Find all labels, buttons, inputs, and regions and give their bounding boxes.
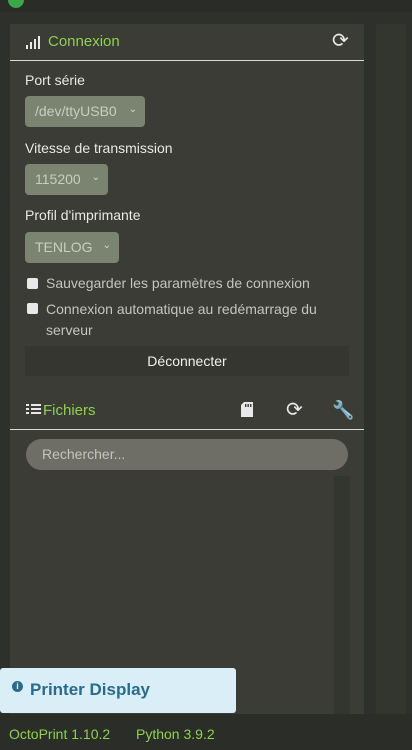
refresh-icon[interactable]: ⟳ xyxy=(332,31,349,51)
auto-connect-label-line2: serveur xyxy=(46,322,93,338)
baudrate-select[interactable]: 115200 ⌄ xyxy=(25,164,108,195)
main-content-edge xyxy=(376,24,406,714)
sidebar-panel: Connexion ⟳ Port série /dev/ttyUSB0 ⌄ Vi… xyxy=(10,24,364,716)
octoprint-logo[interactable] xyxy=(8,0,24,8)
files-title: Fichiers xyxy=(43,402,96,419)
list-icon xyxy=(26,404,41,414)
sd-card-icon[interactable] xyxy=(241,402,253,417)
wrench-icon[interactable]: 🔧 xyxy=(332,400,354,420)
octoprint-version-link[interactable]: OctoPrint 1.10.2 xyxy=(9,726,110,742)
footer: OctoPrint 1.10.2 Python 3.9.2 xyxy=(0,714,412,750)
search-input[interactable] xyxy=(40,445,334,463)
serial-port-select[interactable]: /dev/ttyUSB0 ⌄ xyxy=(25,96,145,127)
save-settings-checkbox[interactable] xyxy=(27,278,38,289)
chevron-down-icon: ⌄ xyxy=(102,240,111,251)
save-settings-label: Sauvegarder les paramètres de connexion xyxy=(46,275,310,291)
refresh-icon[interactable]: ⟳ xyxy=(286,400,303,420)
info-icon: i xyxy=(12,681,23,692)
serial-port-label: Port série xyxy=(25,72,85,88)
printer-display-label: Printer Display xyxy=(30,680,150,699)
file-search[interactable] xyxy=(26,439,348,470)
printer-profile-label: Profil d'imprimante xyxy=(25,207,141,223)
signal-icon xyxy=(26,35,44,49)
files-header[interactable]: Fichiers ⟳ 🔧 xyxy=(10,392,364,430)
auto-connect-label-line1: Connexion automatique au redémarrage du xyxy=(46,301,317,317)
auto-connect-checkbox[interactable] xyxy=(27,303,38,314)
printer-profile-select[interactable]: TENLOG ⌄ xyxy=(25,232,119,263)
chevron-down-icon: ⌄ xyxy=(128,104,137,115)
baudrate-label: Vitesse de transmission xyxy=(25,140,173,156)
connection-title: Connexion xyxy=(48,33,120,50)
disconnect-button[interactable]: Déconnecter xyxy=(25,346,349,376)
connection-header[interactable]: Connexion ⟳ xyxy=(10,24,364,61)
chevron-down-icon: ⌄ xyxy=(91,172,100,183)
top-bar xyxy=(0,0,412,12)
python-version-link[interactable]: Python 3.9.2 xyxy=(136,726,215,742)
file-list-scrollbar[interactable] xyxy=(334,476,350,716)
printer-display-tab[interactable]: i Printer Display xyxy=(0,668,236,713)
